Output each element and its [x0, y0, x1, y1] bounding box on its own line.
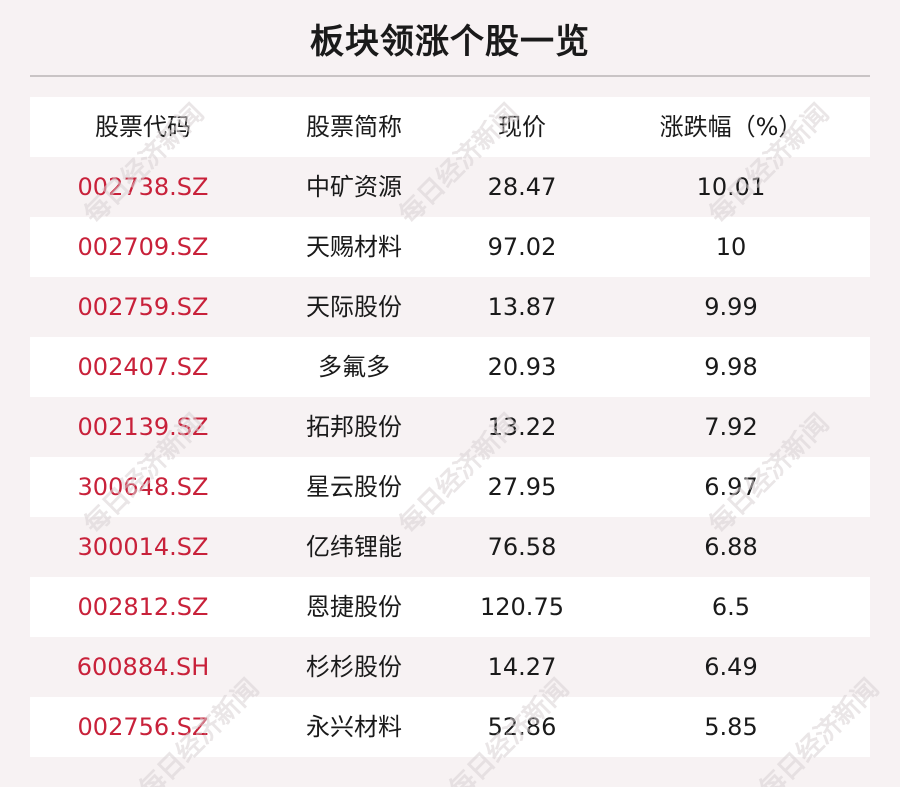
stock-code: 002812.SZ	[77, 593, 209, 621]
stock-code: 002139.SZ	[77, 413, 209, 441]
stock-code: 002738.SZ	[77, 173, 209, 201]
stock-change: 6.97	[704, 473, 758, 501]
stock-price: 97.02	[487, 233, 557, 261]
table-row: 002407.SZ 多氟多 20.93 9.98	[30, 337, 870, 397]
stock-price: 27.95	[487, 473, 557, 501]
stock-code: 002709.SZ	[77, 233, 209, 261]
stock-code: 300648.SZ	[77, 473, 209, 501]
stock-change: 5.85	[704, 713, 758, 741]
stock-name: 杉杉股份	[306, 653, 402, 681]
stock-code: 002407.SZ	[77, 353, 209, 381]
stock-name: 天际股份	[306, 293, 402, 321]
table-row: 300014.SZ 亿纬锂能 76.58 6.88	[30, 517, 870, 577]
stock-name: 星云股份	[306, 473, 402, 501]
stock-name: 多氟多	[318, 353, 390, 381]
table-row: 002709.SZ 天赐材料 97.02 10	[30, 217, 870, 277]
stock-change: 10.01	[696, 173, 766, 201]
stock-change: 7.92	[704, 413, 758, 441]
stock-price: 120.75	[480, 593, 564, 621]
stock-change: 9.98	[704, 353, 758, 381]
stock-name: 亿纬锂能	[306, 533, 402, 561]
stock-change: 6.88	[704, 533, 758, 561]
stock-price: 20.93	[487, 353, 557, 381]
table-row: 300648.SZ 星云股份 27.95 6.97	[30, 457, 870, 517]
stock-name: 永兴材料	[306, 713, 402, 741]
stock-change: 6.5	[711, 593, 751, 621]
stock-table: 股票代码 股票简称 现价 涨跌幅（%） 002738.SZ 中矿资源 28.47…	[30, 97, 870, 757]
header-change: 涨跌幅（%）	[659, 113, 803, 141]
stock-code: 600884.SH	[76, 653, 210, 681]
table-row: 600884.SH 杉杉股份 14.27 6.49	[30, 637, 870, 697]
stock-price: 52.86	[487, 713, 557, 741]
stock-change: 6.49	[704, 653, 758, 681]
table-row: 002759.SZ 天际股份 13.87 9.99	[30, 277, 870, 337]
stock-name: 恩捷股份	[306, 593, 402, 621]
header-name: 股票简称	[306, 113, 402, 141]
stock-name: 中矿资源	[306, 173, 402, 201]
stock-change: 9.99	[704, 293, 758, 321]
stock-change: 10	[715, 233, 747, 261]
stock-price: 28.47	[487, 173, 557, 201]
table-row: 002812.SZ 恩捷股份 120.75 6.5	[30, 577, 870, 637]
stock-code: 002759.SZ	[77, 293, 209, 321]
page-title: 板块领涨个股一览	[310, 22, 590, 62]
table-row: 002756.SZ 永兴材料 52.86 5.85	[30, 697, 870, 757]
stock-code: 002756.SZ	[77, 713, 209, 741]
stock-code: 300014.SZ	[77, 533, 209, 561]
title-divider	[30, 75, 870, 77]
stock-price: 13.87	[487, 293, 557, 321]
stock-name: 天赐材料	[306, 233, 402, 261]
table-header-row: 股票代码 股票简称 现价 涨跌幅（%）	[30, 97, 870, 157]
stock-name: 拓邦股份	[306, 413, 402, 441]
stock-price: 14.27	[487, 653, 557, 681]
header-code: 股票代码	[95, 113, 191, 141]
header-price: 现价	[498, 113, 546, 141]
table-row: 002738.SZ 中矿资源 28.47 10.01	[30, 157, 870, 217]
table-row: 002139.SZ 拓邦股份 13.22 7.92	[30, 397, 870, 457]
stock-price: 76.58	[487, 533, 557, 561]
stock-price: 13.22	[487, 413, 557, 441]
